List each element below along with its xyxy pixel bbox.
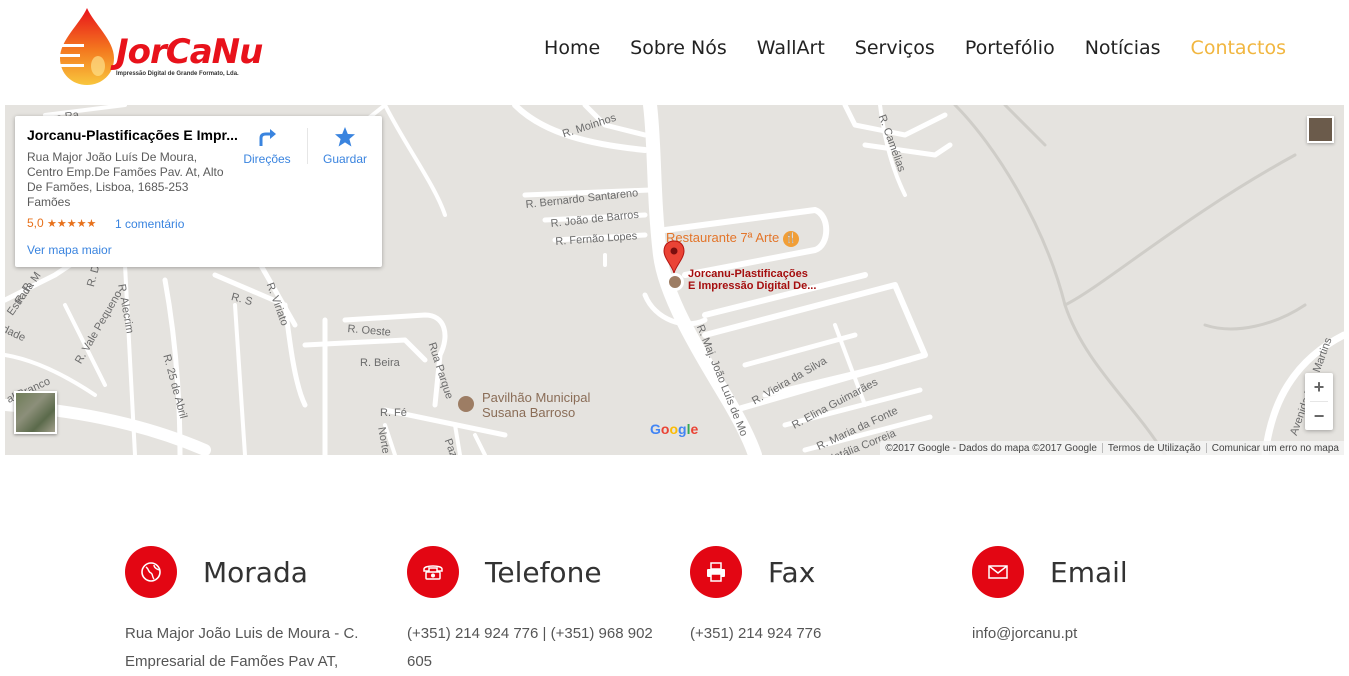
logo-tagline: Impressão Digital de Grande Formato, Lda… xyxy=(116,71,239,77)
report-error-link[interactable]: Comunicar um erro no mapa xyxy=(1207,443,1344,454)
email-text[interactable]: info@jorcanu.pt xyxy=(972,620,1232,648)
fax-title: Fax xyxy=(768,555,816,589)
marker-label-line-1: Jorcanu-Plastificações xyxy=(688,268,808,280)
fax-text: (+351) 214 924 776 xyxy=(690,625,822,642)
phone-title: Telefone xyxy=(485,555,602,589)
logo-name: JorCaNu xyxy=(116,32,263,72)
nav-portefolio[interactable]: Portefólio xyxy=(950,34,1070,62)
pavilion-icon xyxy=(458,396,474,412)
marker-label[interactable]: Jorcanu-Plastificações E Impressão Digit… xyxy=(688,268,816,292)
marker-place-icon xyxy=(666,273,684,291)
map-attribution: ©2017 Google - Dados do mapa ©2017 Googl… xyxy=(880,441,1344,455)
site-header: JorCaNu Impressão Digital de Grande Form… xyxy=(0,0,1349,100)
zoom-in-button[interactable]: + xyxy=(1305,373,1333,401)
star-icon xyxy=(335,127,355,147)
terms-link[interactable]: Termos de Utilização xyxy=(1103,443,1206,454)
rating-stars: ★★★★★ xyxy=(47,218,97,230)
email-title: Email xyxy=(1050,555,1128,589)
satellite-toggle[interactable] xyxy=(14,391,57,434)
card-divider xyxy=(307,128,308,164)
google-logo-text: Google xyxy=(650,421,699,437)
logo-drop-icon xyxy=(54,8,114,85)
nav-wallart[interactable]: WallArt xyxy=(742,34,840,62)
nav-home[interactable]: Home xyxy=(529,34,615,62)
poi-pavilion[interactable]: Pavilhão Municipal Susana Barroso xyxy=(458,390,590,420)
fax-printer-icon xyxy=(690,546,742,598)
directions-button[interactable]: Direções xyxy=(237,126,297,166)
phone-text[interactable]: (+351) 214 924 776 | (+351) 968 902 605 xyxy=(407,620,667,676)
save-label: Guardar xyxy=(322,152,368,166)
zoom-out-button[interactable]: − xyxy=(1305,402,1333,430)
map-marker[interactable] xyxy=(663,240,685,276)
directions-label: Direções xyxy=(243,152,291,166)
place-rating: 5,0 ★★★★★ xyxy=(27,216,96,230)
map-pin-icon xyxy=(663,240,685,275)
attribution-text: ©2017 Google - Dados do mapa ©2017 Googl… xyxy=(885,442,1097,454)
poi-pavilion-label-1: Pavilhão Municipal xyxy=(482,390,591,405)
contact-phone: Telefone (+351) 214 924 776 | (+351) 968… xyxy=(407,546,667,676)
zoom-control: + − xyxy=(1305,373,1333,430)
nav-sobre-nos[interactable]: Sobre Nós xyxy=(615,34,742,62)
address-title: Morada xyxy=(203,555,308,589)
save-button[interactable]: Guardar xyxy=(315,126,375,166)
larger-map-link[interactable]: Ver mapa maior xyxy=(27,243,112,257)
envelope-icon xyxy=(972,546,1024,598)
google-logo[interactable]: Google xyxy=(650,421,698,437)
street-label: R. Fé xyxy=(380,407,407,419)
address-text: Rua Major João Luis de Moura - C. Empres… xyxy=(125,625,359,670)
rating-value: 5,0 xyxy=(27,216,44,230)
google-map[interactable]: R. Moinhos R. Camélias R. Bernardo Santa… xyxy=(5,105,1344,455)
place-info-card: Jorcanu-Plastificações E Impr... Rua Maj… xyxy=(15,116,382,267)
contact-email: Email info@jorcanu.pt xyxy=(972,546,1232,648)
globe-icon xyxy=(125,546,177,598)
nav-servicos[interactable]: Serviços xyxy=(840,34,950,62)
restaurant-icon: 🍴 xyxy=(782,230,799,247)
contact-section: Morada Rua Major João Luis de Moura - C.… xyxy=(0,460,1349,674)
directions-icon xyxy=(259,129,276,146)
user-avatar[interactable] xyxy=(1307,116,1334,143)
nav-noticias[interactable]: Notícias xyxy=(1070,34,1176,62)
phone-icon xyxy=(407,546,459,598)
place-address: Rua Major João Luís De Moura, Centro Emp… xyxy=(27,150,224,209)
poi-pavilion-label-2: Susana Barroso xyxy=(482,405,576,420)
reviews-link[interactable]: 1 comentário xyxy=(115,217,184,231)
contact-fax: Fax (+351) 214 924 776 xyxy=(690,546,950,648)
marker-label-line-2: E Impressão Digital De... xyxy=(688,280,817,292)
site-logo[interactable]: JorCaNu Impressão Digital de Grande Form… xyxy=(54,6,274,88)
place-title: Jorcanu-Plastificações E Impr... xyxy=(27,127,238,143)
contact-address: Morada Rua Major João Luis de Moura - C.… xyxy=(125,546,385,676)
poi-restaurant[interactable]: Restaurante 7ª Arte 🍴 xyxy=(666,230,799,247)
nav-contactos[interactable]: Contactos xyxy=(1176,34,1301,62)
main-nav: Home Sobre Nós WallArt Serviços Portefól… xyxy=(529,34,1301,62)
street-label: R. Beira xyxy=(360,357,400,369)
